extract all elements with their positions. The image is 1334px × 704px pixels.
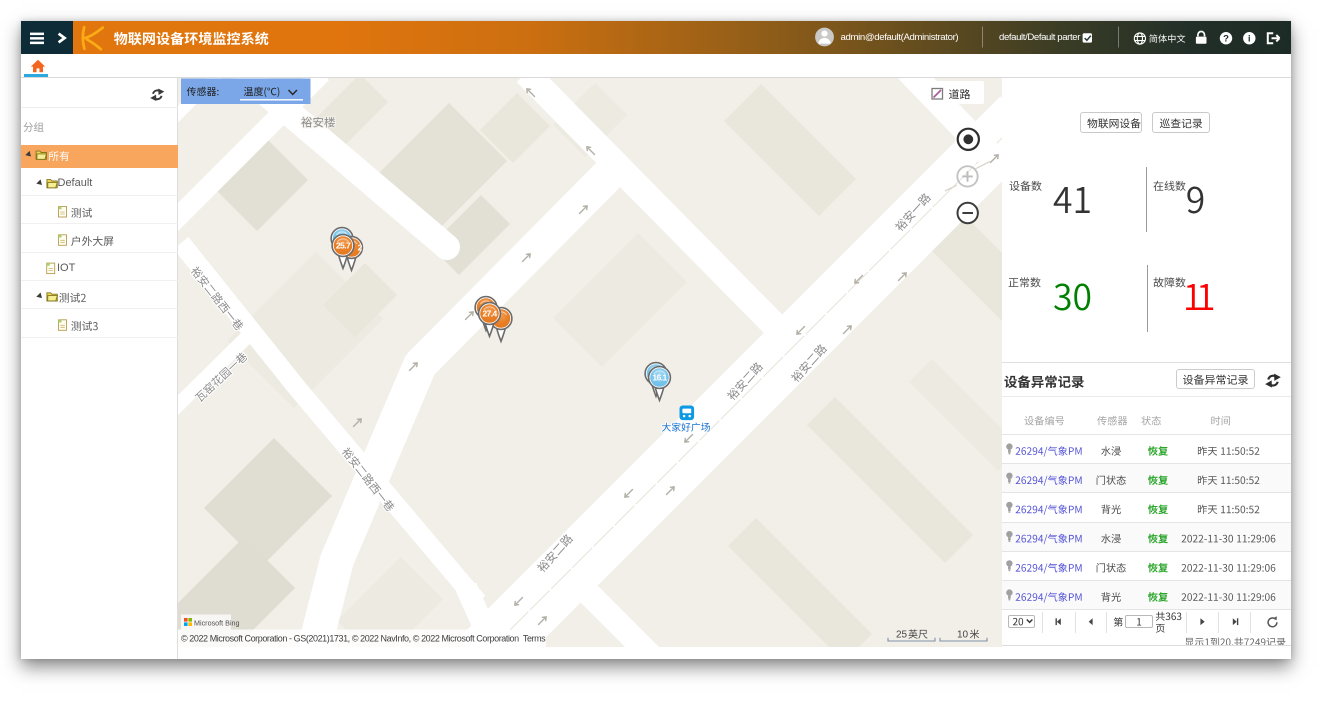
svg-text:25: 25 [896, 630, 908, 641]
svg-text:16.1: 16.1 [652, 373, 667, 383]
svg-text:10: 10 [957, 630, 969, 641]
svg-text:27.4: 27.4 [482, 309, 497, 319]
svg-text:25.7: 25.7 [336, 241, 351, 251]
svg-text:© 2022 Microsoft Corporation -: © 2022 Microsoft Corporation - GS(2021)1… [181, 634, 546, 644]
svg-text:2: 2 [358, 243, 363, 253]
svg-text:Microsoft Bing: Microsoft Bing [194, 619, 240, 628]
